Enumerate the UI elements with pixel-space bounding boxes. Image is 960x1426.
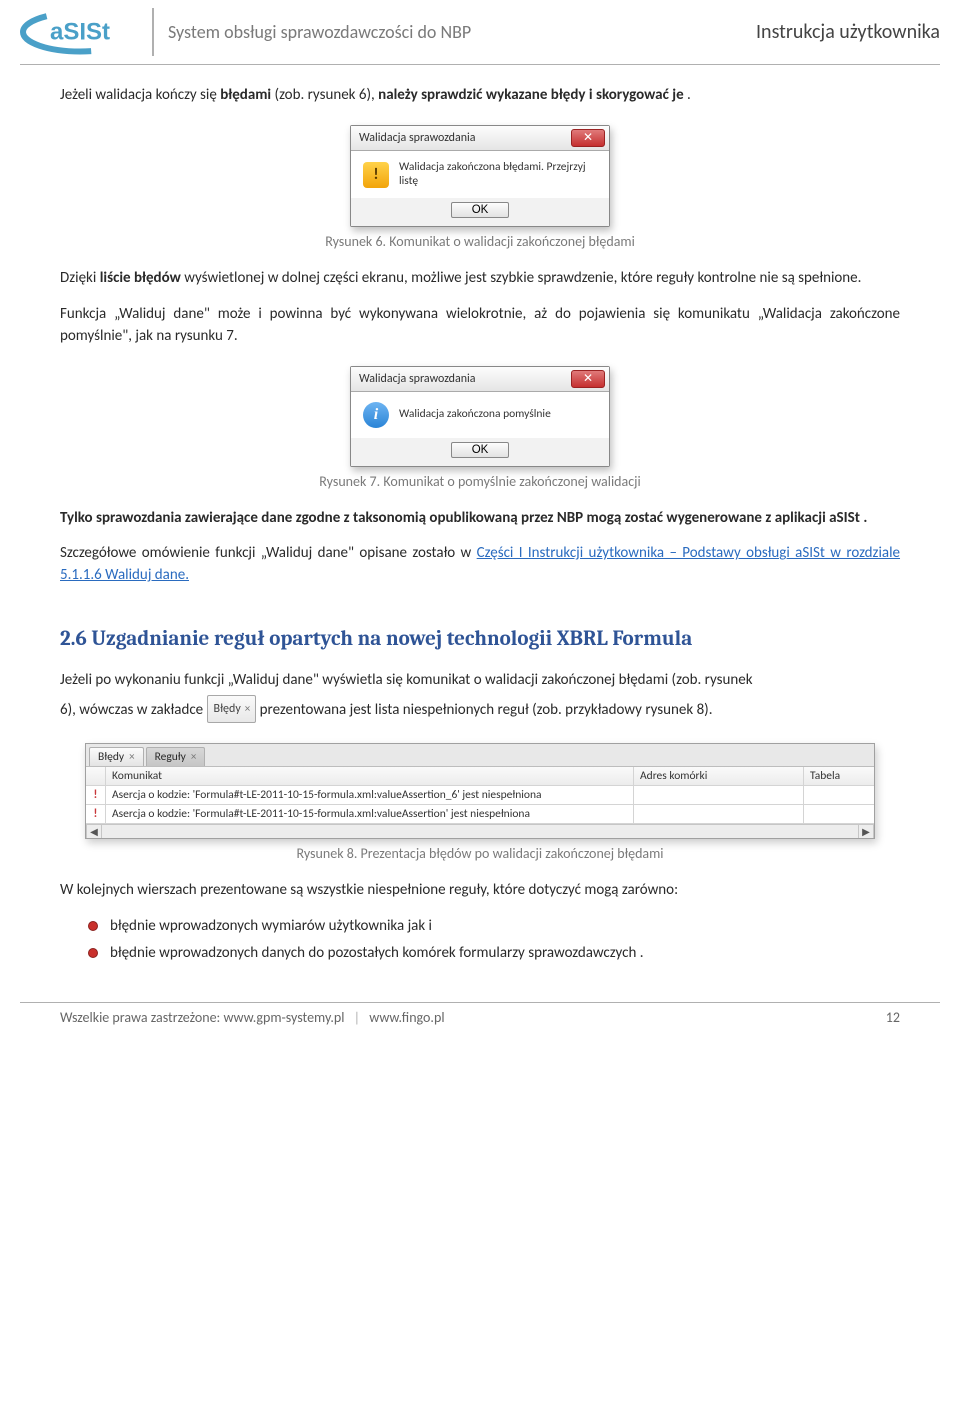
dialog-titlebar: Walidacja sprawozdania ✕ [351, 367, 609, 392]
text: Szczegółowe omówienie funkcji „Waliduj d… [60, 544, 477, 562]
footer-text: www.fingo.pl [366, 1009, 444, 1026]
scroll-right-arrow-icon[interactable]: ▶ [858, 825, 874, 838]
dialog-title: Walidacja sprawozdania [359, 372, 476, 386]
error-msg-cell: Asercja o kodzie: 'Formula#t-LE-2011-10-… [106, 805, 634, 823]
ok-button[interactable]: OK [451, 202, 510, 218]
figure-6: Walidacja sprawozdania ✕ ! Walidacja zak… [60, 125, 900, 228]
text: (zob. rysunek 6), [271, 86, 378, 104]
figure-8: Błędy × Reguły × Komunikat Adres komórki… [60, 743, 900, 839]
asist-logo: aSISt [20, 9, 140, 55]
info-icon: i [363, 402, 389, 428]
paragraph-bold: Tylko sprawozdania zawierające dane zgod… [60, 508, 900, 530]
errors-tabs: Błędy × Reguły × [86, 744, 874, 767]
page-number: 12 [886, 1009, 900, 1026]
header-rule [20, 64, 940, 65]
svg-text:aSISt: aSISt [50, 19, 110, 46]
error-icon: ! [94, 788, 98, 802]
text-bold: liście błędów [100, 269, 181, 287]
dialog-body: i Walidacja zakończona pomyślnie [351, 392, 609, 438]
text: wyświetlonej w dolnej części ekranu, moż… [181, 269, 862, 287]
text-bold: należy sprawdzić wykazane błędy i skoryg… [378, 86, 683, 104]
close-button[interactable]: ✕ [571, 129, 605, 147]
text: Dzięki [60, 269, 100, 287]
tab-label: Błędy [214, 697, 241, 721]
ok-button[interactable]: OK [451, 442, 510, 458]
footer-rule [20, 1002, 940, 1003]
footer-text: Wszelkie prawa zastrzeżone: www.gpm-syst… [60, 1009, 348, 1026]
list-item: błędnie wprowadzonych danych do pozostał… [88, 943, 900, 964]
figure-caption-8: Rysunek 8. Prezentacja błędów po walidac… [60, 845, 900, 862]
error-icon: ! [94, 807, 98, 821]
close-icon: × [245, 698, 250, 720]
dialog-titlebar: Walidacja sprawozdania ✕ [351, 126, 609, 151]
col-header-icon [86, 767, 106, 785]
figure-caption-6: Rysunek 6. Komunikat o walidacji zakończ… [60, 233, 900, 250]
figure-caption-7: Rysunek 7. Komunikat o pomyślnie zakończ… [60, 473, 900, 490]
inline-tab-bledy: Błędy × [207, 695, 257, 723]
error-icon-cell: ! [86, 786, 106, 804]
tab-label: Reguły [155, 750, 186, 764]
errors-panel: Błędy × Reguły × Komunikat Adres komórki… [85, 743, 875, 839]
dialog-footer: OK [351, 438, 609, 466]
page-header: aSISt System obsługi sprawozdawczości do… [0, 0, 960, 60]
error-icon-cell: ! [86, 805, 106, 823]
close-button[interactable]: ✕ [571, 370, 605, 388]
dialog-message: Walidacja zakończona błędami. Przejrzyj … [399, 161, 597, 189]
header-subtitle: System obsługi sprawozdawczości do NBP [168, 21, 756, 43]
col-header-table[interactable]: Tabela [804, 767, 874, 785]
paragraph-2: Dzięki liście błędów wyświetlonej w doln… [60, 268, 900, 290]
footer-left: Wszelkie prawa zastrzeżone: www.gpm-syst… [60, 1009, 445, 1026]
error-table-cell [804, 786, 874, 804]
errors-grid: Komunikat Adres komórki Tabela ! Asercja… [86, 767, 874, 824]
paragraph-5: Jeżeli po wykonaniu funkcji „Waliduj dan… [60, 665, 900, 725]
col-header-msg[interactable]: Komunikat [106, 767, 634, 785]
header-divider [152, 8, 154, 56]
list-item: błędnie wprowadzonych wymiarów użytkowni… [88, 916, 900, 937]
paragraph-intro: Jeżeli walidacja kończy się błędami (zob… [60, 85, 900, 107]
error-addr-cell [634, 805, 804, 823]
page-footer: Wszelkie prawa zastrzeżone: www.gpm-syst… [0, 1009, 960, 1026]
dialog-body: ! Walidacja zakończona błędami. Przejrzy… [351, 151, 609, 199]
dialog-footer: OK [351, 198, 609, 226]
text: Jeżeli po wykonaniu funkcji „Waliduj dan… [60, 671, 753, 689]
text-bold: błędami [220, 86, 271, 104]
close-icon: ✕ [583, 130, 593, 145]
dialog-title: Walidacja sprawozdania [359, 131, 476, 145]
doc-title: Instrukcja użytkownika [756, 20, 940, 44]
close-icon[interactable]: × [129, 750, 134, 763]
success-dialog: Walidacja sprawozdania ✕ i Walidacja zak… [350, 366, 610, 467]
horizontal-scrollbar[interactable]: ◀ ▶ [86, 824, 874, 838]
error-addr-cell [634, 786, 804, 804]
paragraph-6: W kolejnych wierszach prezentowane są ws… [60, 880, 900, 902]
error-dialog: Walidacja sprawozdania ✕ ! Walidacja zak… [350, 125, 610, 228]
paragraph-link: Szczegółowe omówienie funkcji „Waliduj d… [60, 543, 900, 587]
text: Jeżeli walidacja kończy się [60, 86, 220, 104]
footer-separator: | [354, 1009, 360, 1026]
error-table-cell [804, 805, 874, 823]
scroll-track[interactable] [102, 825, 858, 838]
close-icon: ✕ [583, 371, 593, 386]
scroll-left-arrow-icon[interactable]: ◀ [86, 825, 102, 838]
error-msg-cell: Asercja o kodzie: 'Formula#t-LE-2011-10-… [106, 786, 634, 804]
grid-row[interactable]: ! Asercja o kodzie: 'Formula#t-LE-2011-1… [86, 805, 874, 824]
dialog-message: Walidacja zakończona pomyślnie [399, 408, 551, 422]
text: 6), wówczas w zakładce [60, 701, 203, 719]
grid-row[interactable]: ! Asercja o kodzie: 'Formula#t-LE-2011-1… [86, 786, 874, 805]
figure-7: Walidacja sprawozdania ✕ i Walidacja zak… [60, 366, 900, 467]
section-heading-2-6: 2.6 Uzgadnianie reguł opartych na nowej … [60, 627, 900, 651]
grid-header: Komunikat Adres komórki Tabela [86, 767, 874, 786]
close-icon[interactable]: × [191, 750, 196, 763]
tab-bledy[interactable]: Błędy × [89, 747, 144, 766]
tab-reguly[interactable]: Reguły × [146, 747, 206, 766]
bullet-list: błędnie wprowadzonych wymiarów użytkowni… [88, 916, 900, 964]
warning-icon: ! [363, 162, 389, 188]
tab-label: Błędy [98, 750, 124, 764]
paragraph-3: Funkcja „Waliduj dane" może i powinna by… [60, 304, 900, 348]
text: prezentowana jest lista niespełnionych r… [260, 701, 713, 719]
text: . [684, 86, 691, 104]
col-header-addr[interactable]: Adres komórki [634, 767, 804, 785]
